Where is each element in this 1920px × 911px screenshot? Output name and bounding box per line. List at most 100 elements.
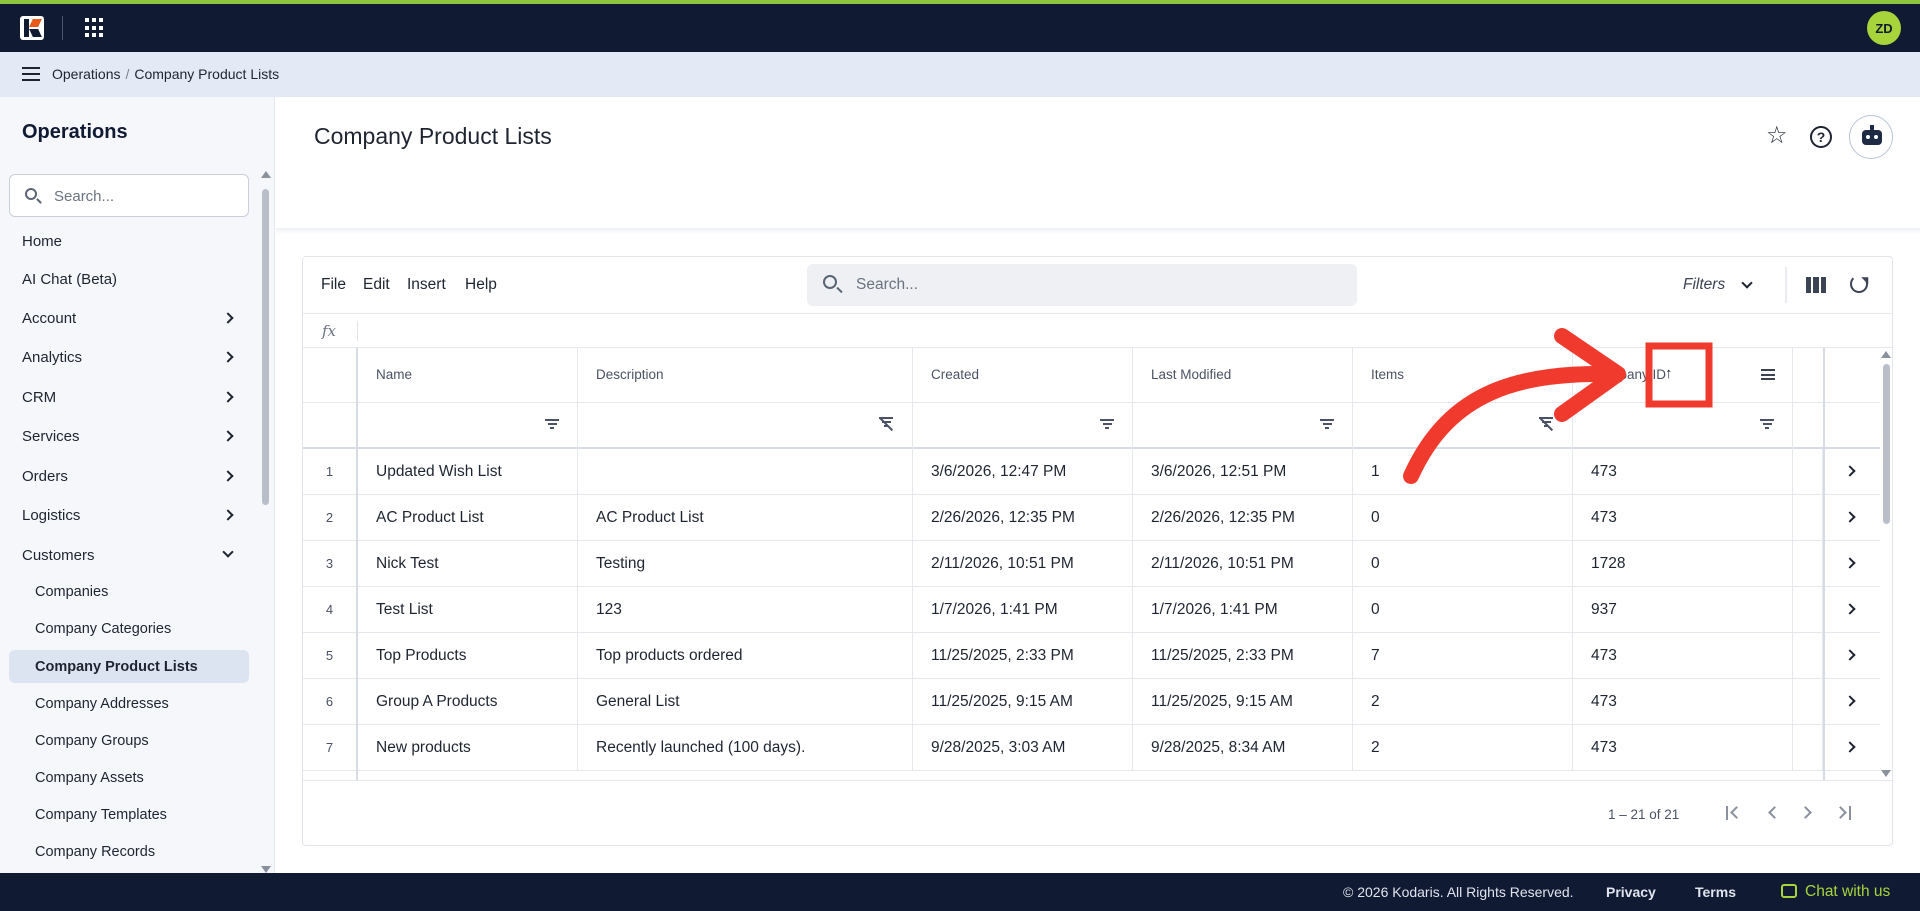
cell-items[interactable]: 7: [1353, 633, 1573, 679]
cell-name[interactable]: Nick Test: [358, 541, 578, 587]
cell-created[interactable]: 1/7/2026, 1:41 PM: [913, 587, 1133, 633]
cell-name[interactable]: Updated Wish List: [358, 449, 578, 495]
column-header-items[interactable]: Items: [1353, 348, 1573, 403]
sidebar-item-crm[interactable]: CRM: [22, 389, 234, 406]
row-number[interactable]: 3: [303, 541, 358, 587]
first-page-icon[interactable]: [1725, 804, 1743, 822]
column-header-last-modified[interactable]: Last Modified: [1133, 348, 1353, 403]
sidebar-item-account[interactable]: Account: [22, 310, 234, 327]
menu-icon[interactable]: [22, 67, 40, 81]
sort-up-icon[interactable]: ↑: [1665, 365, 1673, 382]
chevron-right-icon[interactable]: [1844, 741, 1856, 753]
sidebar-subitem-company-product-lists[interactable]: Company Product Lists: [35, 659, 198, 675]
cell-items[interactable]: 0: [1353, 587, 1573, 633]
row-number[interactable]: 5: [303, 633, 358, 679]
cell-last-modified[interactable]: 1/7/2026, 1:41 PM: [1133, 587, 1353, 633]
column-header-company-id[interactable]: Company ID ↑: [1573, 348, 1793, 403]
cell-items[interactable]: 0: [1353, 495, 1573, 541]
cell-description[interactable]: Top products ordered: [578, 633, 913, 679]
filter-icon[interactable]: [545, 419, 559, 430]
chevron-right-icon[interactable]: [1844, 649, 1856, 661]
cell-last-modified[interactable]: 2/26/2026, 12:35 PM: [1133, 495, 1353, 541]
sidebar-subitem-companies[interactable]: Companies: [35, 584, 108, 600]
cell-created[interactable]: 11/25/2025, 9:15 AM: [913, 679, 1133, 725]
cell-description[interactable]: 123: [578, 587, 913, 633]
cell-items[interactable]: 2: [1353, 679, 1573, 725]
scroll-up-icon[interactable]: [261, 171, 271, 178]
filter-icon[interactable]: [1100, 419, 1114, 430]
cell-company-id[interactable]: 473: [1573, 633, 1793, 679]
row-number[interactable]: 6: [303, 679, 358, 725]
column-header-created[interactable]: Created: [913, 348, 1133, 403]
table-row[interactable]: 3 Nick Test Testing 2/11/2026, 10:51 PM 2/11…: [303, 541, 1880, 587]
filter-cell-company-id[interactable]: [1573, 403, 1793, 449]
sidebar-item-home[interactable]: Home: [22, 233, 232, 250]
chat-icon[interactable]: [1781, 884, 1797, 898]
sidebar-search-input[interactable]: Search...: [9, 174, 249, 217]
filters-button[interactable]: Filters: [1683, 276, 1725, 294]
cell-name[interactable]: Top Products: [358, 633, 578, 679]
menu-help[interactable]: Help: [465, 276, 497, 294]
scroll-down-icon[interactable]: [1881, 770, 1891, 777]
cell-created[interactable]: 2/11/2026, 10:51 PM: [913, 541, 1133, 587]
sidebar-item-customers[interactable]: Customers: [22, 546, 234, 564]
filter-off-icon[interactable]: [878, 417, 894, 431]
cell-last-modified[interactable]: 2/11/2026, 10:51 PM: [1133, 541, 1353, 587]
row-number[interactable]: 4: [303, 587, 358, 633]
scroll-up-icon[interactable]: [1881, 351, 1891, 358]
cell-name[interactable]: AC Product List: [358, 495, 578, 541]
sidebar-item-orders[interactable]: Orders: [22, 468, 234, 485]
cell-description[interactable]: General List: [578, 679, 913, 725]
breadcrumb-operations[interactable]: Operations: [52, 66, 120, 82]
sidebar-subitem-company-addresses[interactable]: Company Addresses: [35, 696, 169, 712]
filter-icon[interactable]: [1760, 419, 1774, 430]
filter-cell-description[interactable]: [578, 403, 913, 449]
cell-last-modified[interactable]: 11/25/2025, 9:15 AM: [1133, 679, 1353, 725]
sidebar-item-ai-chat[interactable]: AI Chat (Beta): [22, 271, 232, 288]
ai-assistant-button[interactable]: [1849, 115, 1893, 159]
scrollbar-thumb[interactable]: [262, 189, 269, 505]
table-row[interactable]: 6 Group A Products General List 11/25/2025,…: [303, 679, 1880, 725]
cell-created[interactable]: 9/28/2025, 3:03 AM: [913, 725, 1133, 771]
apps-grid-icon[interactable]: [85, 18, 105, 38]
cell-name[interactable]: Test List: [358, 587, 578, 633]
help-icon[interactable]: ?: [1810, 126, 1832, 148]
cell-created[interactable]: 3/6/2026, 12:47 PM: [913, 449, 1133, 495]
columns-icon[interactable]: [1806, 277, 1826, 293]
privacy-link[interactable]: Privacy: [1606, 884, 1656, 900]
terms-link[interactable]: Terms: [1695, 884, 1736, 900]
column-header-name[interactable]: Name: [358, 348, 578, 403]
sidebar-scrollbar[interactable]: [259, 171, 272, 873]
table-row[interactable]: 7 New products Recently launched (100 days…: [303, 725, 1880, 771]
filter-cell-name[interactable]: [358, 403, 578, 449]
formula-bar[interactable]: fx: [303, 313, 1892, 348]
filter-cell-created[interactable]: [913, 403, 1133, 449]
sidebar-subitem-company-groups[interactable]: Company Groups: [35, 733, 149, 749]
scroll-down-icon[interactable]: [261, 866, 271, 873]
cell-description[interactable]: Testing: [578, 541, 913, 587]
column-menu-icon[interactable]: [1761, 369, 1775, 380]
chevron-right-icon[interactable]: [1844, 465, 1856, 477]
sidebar-subitem-company-records[interactable]: Company Records: [35, 844, 155, 860]
row-number[interactable]: 1: [303, 449, 358, 495]
filter-cell-last-modified[interactable]: [1133, 403, 1353, 449]
cell-items[interactable]: 2: [1353, 725, 1573, 771]
menu-insert[interactable]: Insert: [407, 276, 446, 294]
filter-icon[interactable]: [1320, 419, 1334, 430]
cell-last-modified[interactable]: 3/6/2026, 12:51 PM: [1133, 449, 1353, 495]
menu-file[interactable]: File: [321, 276, 346, 294]
grid-search-input[interactable]: Search...: [807, 264, 1357, 306]
menu-edit[interactable]: Edit: [363, 276, 390, 294]
last-page-icon[interactable]: [1834, 804, 1853, 822]
refresh-icon[interactable]: [1850, 275, 1868, 293]
cell-company-id[interactable]: 937: [1573, 587, 1793, 633]
sidebar-item-services[interactable]: Services: [22, 428, 234, 445]
prev-page-icon[interactable]: [1764, 804, 1782, 822]
sidebar-subitem-company-assets[interactable]: Company Assets: [35, 770, 144, 786]
table-scrollbar[interactable]: [1880, 348, 1892, 780]
cell-company-id[interactable]: 1728: [1573, 541, 1793, 587]
cell-created[interactable]: 11/25/2025, 2:33 PM: [913, 633, 1133, 679]
cell-items[interactable]: 0: [1353, 541, 1573, 587]
row-number[interactable]: 7: [303, 725, 358, 771]
cell-created[interactable]: 2/26/2026, 12:35 PM: [913, 495, 1133, 541]
